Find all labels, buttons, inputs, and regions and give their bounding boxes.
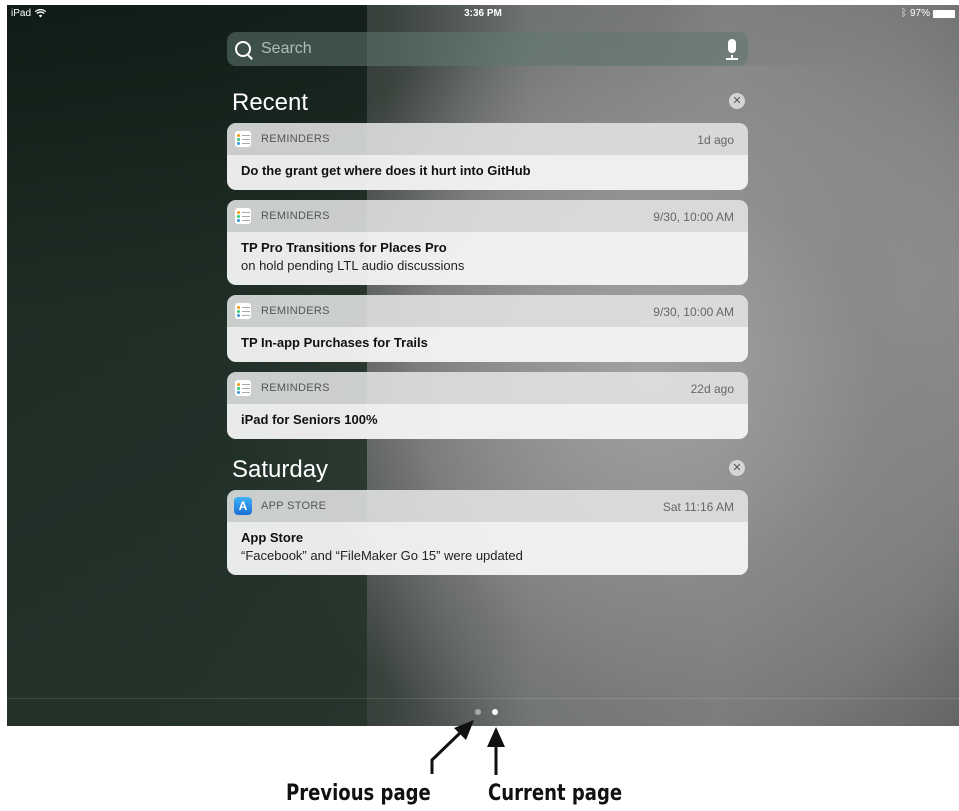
- search-placeholder: Search: [261, 40, 312, 57]
- search-icon: [235, 41, 251, 57]
- status-bar: iPad 3:36 PM ᛒ 97%: [7, 5, 959, 23]
- reminders-app-icon: [234, 302, 252, 320]
- annotation-current-page: Current page: [488, 781, 623, 806]
- notification-body: “Facebook” and “FileMaker Go 15” were up…: [241, 548, 523, 563]
- search-bar[interactable]: Search: [227, 32, 748, 66]
- mic-icon[interactable]: [726, 39, 738, 60]
- notification-time: 9/30, 10:00 AM: [653, 305, 734, 319]
- notification-card[interactable]: REMINDERS 1d ago Do the grant get where …: [227, 123, 748, 190]
- notification-title: TP Pro Transitions for Places Pro: [241, 240, 447, 255]
- app-name: REMINDERS: [261, 210, 330, 222]
- notification-title: TP In-app Purchases for Trails: [241, 335, 428, 350]
- notification-card[interactable]: REMINDERS 22d ago iPad for Seniors 100%: [227, 372, 748, 439]
- close-icon: ✕: [732, 95, 742, 107]
- section-title-recent: Recent: [232, 89, 309, 116]
- section-title-saturday: Saturday: [232, 456, 329, 483]
- page-indicator-previous[interactable]: [475, 709, 481, 715]
- notification-time: 1d ago: [697, 133, 734, 147]
- previous-page-arrow: [430, 731, 462, 774]
- notification-title: App Store: [241, 530, 304, 545]
- notification-title: iPad for Seniors 100%: [241, 412, 378, 427]
- notification-card[interactable]: REMINDERS 9/30, 10:00 AM TP In-app Purch…: [227, 295, 748, 362]
- app-name: REMINDERS: [261, 382, 330, 394]
- notification-card[interactable]: A APP STORE Sat 11:16 AM App Store “Face…: [227, 490, 748, 575]
- reminders-app-icon: [234, 130, 252, 148]
- app-name: REMINDERS: [261, 133, 330, 145]
- clear-saturday-button[interactable]: ✕: [729, 460, 745, 476]
- current-page-arrowhead: [487, 727, 505, 747]
- notification-title: Do the grant get where does it hurt into…: [241, 163, 531, 178]
- ipad-screen: iPad 3:36 PM ᛒ 97% Search Recent ✕ REMIN…: [7, 5, 959, 726]
- notification-card[interactable]: REMINDERS 9/30, 10:00 AM TP Pro Transiti…: [227, 200, 748, 285]
- reminders-app-icon: [234, 207, 252, 225]
- reminders-app-icon: [234, 379, 252, 397]
- close-icon: ✕: [732, 462, 742, 474]
- status-time: 3:36 PM: [464, 8, 502, 19]
- battery-percent: 97%: [909, 8, 930, 19]
- app-name: REMINDERS: [261, 305, 330, 317]
- bluetooth-icon: ᛒ: [900, 8, 907, 19]
- notification-time: Sat 11:16 AM: [662, 500, 734, 514]
- annotation-previous-page: Previous page: [286, 781, 431, 806]
- page-indicator-current[interactable]: [492, 709, 498, 715]
- notification-time: 22d ago: [690, 382, 734, 396]
- divider: [7, 698, 959, 699]
- app-store-icon: A: [234, 497, 252, 515]
- notification-body: on hold pending LTL audio discussions: [241, 258, 465, 273]
- battery-icon: [933, 9, 955, 18]
- clear-recent-button[interactable]: ✕: [729, 93, 745, 109]
- notification-time: 9/30, 10:00 AM: [653, 210, 734, 224]
- app-name: APP STORE: [261, 500, 327, 512]
